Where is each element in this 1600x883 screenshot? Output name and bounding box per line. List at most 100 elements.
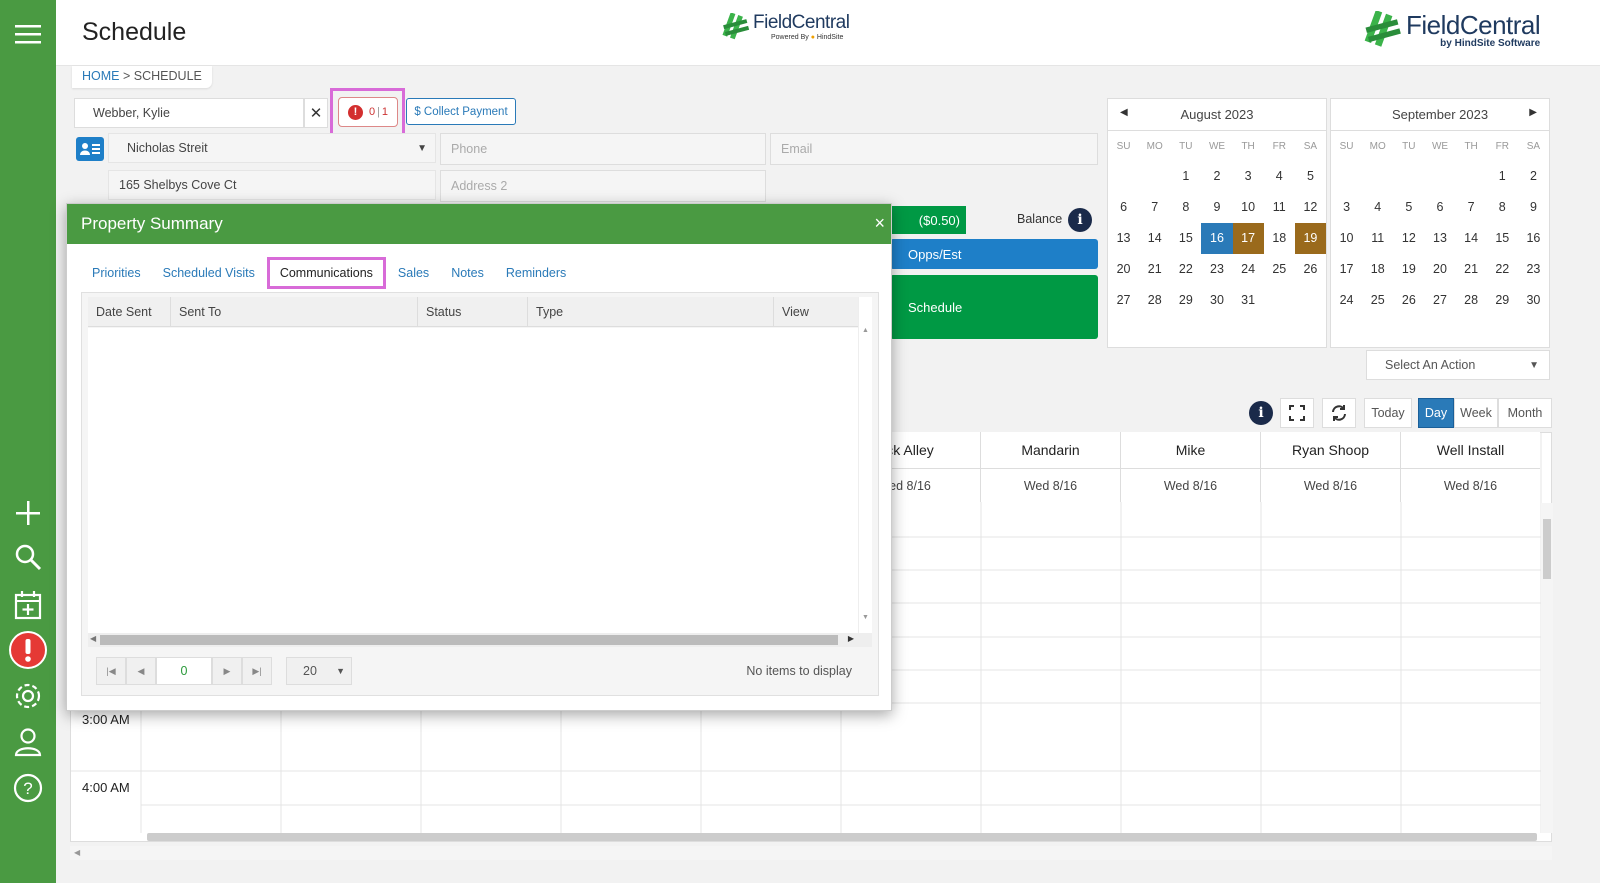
help-icon[interactable]: ? bbox=[8, 768, 48, 808]
calendar-day[interactable]: 15 bbox=[1487, 223, 1518, 254]
calendar-day[interactable]: 11 bbox=[1264, 192, 1295, 223]
prev-page-icon[interactable]: ◀ bbox=[126, 657, 156, 685]
calendar-day[interactable]: 30 bbox=[1518, 285, 1549, 316]
calendar-day[interactable]: 10 bbox=[1233, 192, 1264, 223]
calendar-day[interactable]: 22 bbox=[1487, 254, 1518, 285]
grid-vertical-scrollbar[interactable]: ▲ ▼ bbox=[858, 297, 872, 633]
calendar-day[interactable]: 4 bbox=[1264, 161, 1295, 192]
calendar-day[interactable]: 26 bbox=[1393, 285, 1424, 316]
refresh-icon[interactable] bbox=[1322, 398, 1356, 428]
user-icon[interactable] bbox=[8, 722, 48, 762]
calendar-day[interactable]: 2 bbox=[1201, 161, 1232, 192]
calendar-day[interactable]: 9 bbox=[1518, 192, 1549, 223]
search-icon[interactable] bbox=[8, 537, 48, 577]
calendar-day[interactable]: 6 bbox=[1424, 192, 1455, 223]
calendar-day[interactable]: 15 bbox=[1170, 223, 1201, 254]
column-type[interactable]: Type bbox=[528, 297, 774, 326]
calendar-day[interactable]: 29 bbox=[1487, 285, 1518, 316]
calendar-day[interactable]: 14 bbox=[1139, 223, 1170, 254]
balance-amount[interactable]: ($0.50) bbox=[890, 206, 966, 234]
day-view-button[interactable]: Day bbox=[1418, 398, 1454, 428]
calendar-day[interactable]: 22 bbox=[1170, 254, 1201, 285]
contact-select[interactable]: Nicholas Streit ▼ bbox=[108, 133, 436, 163]
opps-est-button[interactable]: Opps/Est bbox=[890, 239, 1098, 269]
calendar-day[interactable]: 26 bbox=[1295, 254, 1326, 285]
calendar-add-icon[interactable] bbox=[8, 585, 48, 625]
calendar-day[interactable]: 12 bbox=[1295, 192, 1326, 223]
close-icon[interactable]: × bbox=[874, 213, 885, 234]
breadcrumb-home[interactable]: HOME bbox=[82, 69, 120, 83]
calendar-day[interactable]: 3 bbox=[1331, 192, 1362, 223]
calendar-day[interactable]: 5 bbox=[1393, 192, 1424, 223]
calendar-day[interactable]: 16 bbox=[1518, 223, 1549, 254]
calendar-day[interactable]: 10 bbox=[1331, 223, 1362, 254]
calendar-day[interactable]: 12 bbox=[1393, 223, 1424, 254]
column-status[interactable]: Status bbox=[418, 297, 528, 326]
calendar-day[interactable]: 8 bbox=[1170, 192, 1201, 223]
tab-sales[interactable]: Sales bbox=[398, 262, 429, 284]
next-page-icon[interactable]: ▶ bbox=[212, 657, 242, 685]
page-number-input[interactable]: 0 bbox=[156, 657, 212, 685]
calendar-day[interactable]: 9 bbox=[1201, 192, 1232, 223]
prev-month-icon[interactable]: ◀ bbox=[1120, 107, 1128, 118]
week-view-button[interactable]: Week bbox=[1454, 398, 1498, 428]
calendar-day[interactable]: 6 bbox=[1108, 192, 1139, 223]
calendar-day[interactable]: 16 bbox=[1201, 223, 1233, 254]
resource-column[interactable]: Mike Wed 8/16 bbox=[1120, 432, 1260, 502]
alert-icon[interactable] bbox=[8, 630, 48, 670]
tab-communications[interactable]: Communications bbox=[266, 257, 386, 289]
calendar-day[interactable]: 17 bbox=[1331, 254, 1362, 285]
first-page-icon[interactable]: |◀ bbox=[96, 657, 126, 685]
calendar-day[interactable]: 31 bbox=[1233, 285, 1264, 316]
calendar-day[interactable]: 3 bbox=[1233, 161, 1264, 192]
calendar-day[interactable]: 21 bbox=[1456, 254, 1487, 285]
calendar-day[interactable]: 1 bbox=[1170, 161, 1201, 192]
contact-card-icon[interactable] bbox=[76, 137, 104, 161]
alert-count-button[interactable]: ! 0 | 1 bbox=[338, 97, 398, 127]
calendar-day[interactable]: 18 bbox=[1264, 223, 1295, 254]
clear-customer-icon[interactable]: ✕ bbox=[304, 98, 328, 128]
calendar-day[interactable]: 25 bbox=[1264, 254, 1295, 285]
calendar-day[interactable]: 23 bbox=[1201, 254, 1232, 285]
fullscreen-icon[interactable] bbox=[1280, 398, 1314, 428]
calendar-day[interactable]: 11 bbox=[1362, 223, 1393, 254]
next-month-icon[interactable]: ▶ bbox=[1529, 107, 1537, 118]
resource-column[interactable]: Mandarin Wed 8/16 bbox=[980, 432, 1120, 502]
calendar-day[interactable]: 23 bbox=[1518, 254, 1549, 285]
calendar-day[interactable]: 27 bbox=[1424, 285, 1455, 316]
calendar-day[interactable]: 20 bbox=[1108, 254, 1139, 285]
tab-notes[interactable]: Notes bbox=[451, 262, 484, 284]
last-page-icon[interactable]: ▶| bbox=[242, 657, 272, 685]
column-sent-to[interactable]: Sent To bbox=[171, 297, 418, 326]
calendar-day[interactable]: 4 bbox=[1362, 192, 1393, 223]
add-icon[interactable] bbox=[8, 493, 48, 533]
schedule-horizontal-scrollbar[interactable] bbox=[147, 833, 1537, 841]
calendar-day[interactable]: 27 bbox=[1108, 285, 1139, 316]
schedule-button[interactable]: Schedule bbox=[890, 275, 1098, 339]
calendar-day[interactable]: 8 bbox=[1487, 192, 1518, 223]
calendar-day[interactable]: 19 bbox=[1294, 223, 1326, 254]
page-horizontal-scrollbar[interactable]: ◀ bbox=[70, 846, 1552, 860]
schedule-info-icon[interactable]: i bbox=[1249, 401, 1273, 425]
resource-column[interactable]: Ryan Shoop Wed 8/16 bbox=[1260, 432, 1400, 502]
column-date-sent[interactable]: Date Sent bbox=[88, 297, 171, 326]
address2-field[interactable]: Address 2 bbox=[440, 170, 766, 202]
schedule-vertical-scrollbar[interactable] bbox=[1541, 503, 1553, 833]
email-field[interactable]: Email bbox=[770, 133, 1098, 165]
calendar-day[interactable]: 21 bbox=[1139, 254, 1170, 285]
tab-scheduled-visits[interactable]: Scheduled Visits bbox=[163, 262, 255, 284]
tab-priorities[interactable]: Priorities bbox=[92, 262, 141, 284]
calendar-day[interactable]: 14 bbox=[1456, 223, 1487, 254]
calendar-day[interactable]: 28 bbox=[1139, 285, 1170, 316]
calendar-day[interactable]: 17 bbox=[1232, 223, 1264, 254]
customer-name-field[interactable]: Webber, Kylie bbox=[74, 98, 304, 128]
calendar-day[interactable]: 19 bbox=[1393, 254, 1424, 285]
tab-reminders[interactable]: Reminders bbox=[506, 262, 566, 284]
balance-info-icon[interactable]: i bbox=[1068, 208, 1092, 232]
page-size-select[interactable]: 20 ▼ bbox=[286, 657, 352, 685]
resource-column[interactable]: Well Install Wed 8/16 bbox=[1400, 432, 1540, 502]
calendar-day[interactable]: 25 bbox=[1362, 285, 1393, 316]
phone-field[interactable]: Phone bbox=[440, 133, 766, 165]
calendar-day[interactable]: 2 bbox=[1518, 161, 1549, 192]
today-button[interactable]: Today bbox=[1364, 398, 1412, 428]
